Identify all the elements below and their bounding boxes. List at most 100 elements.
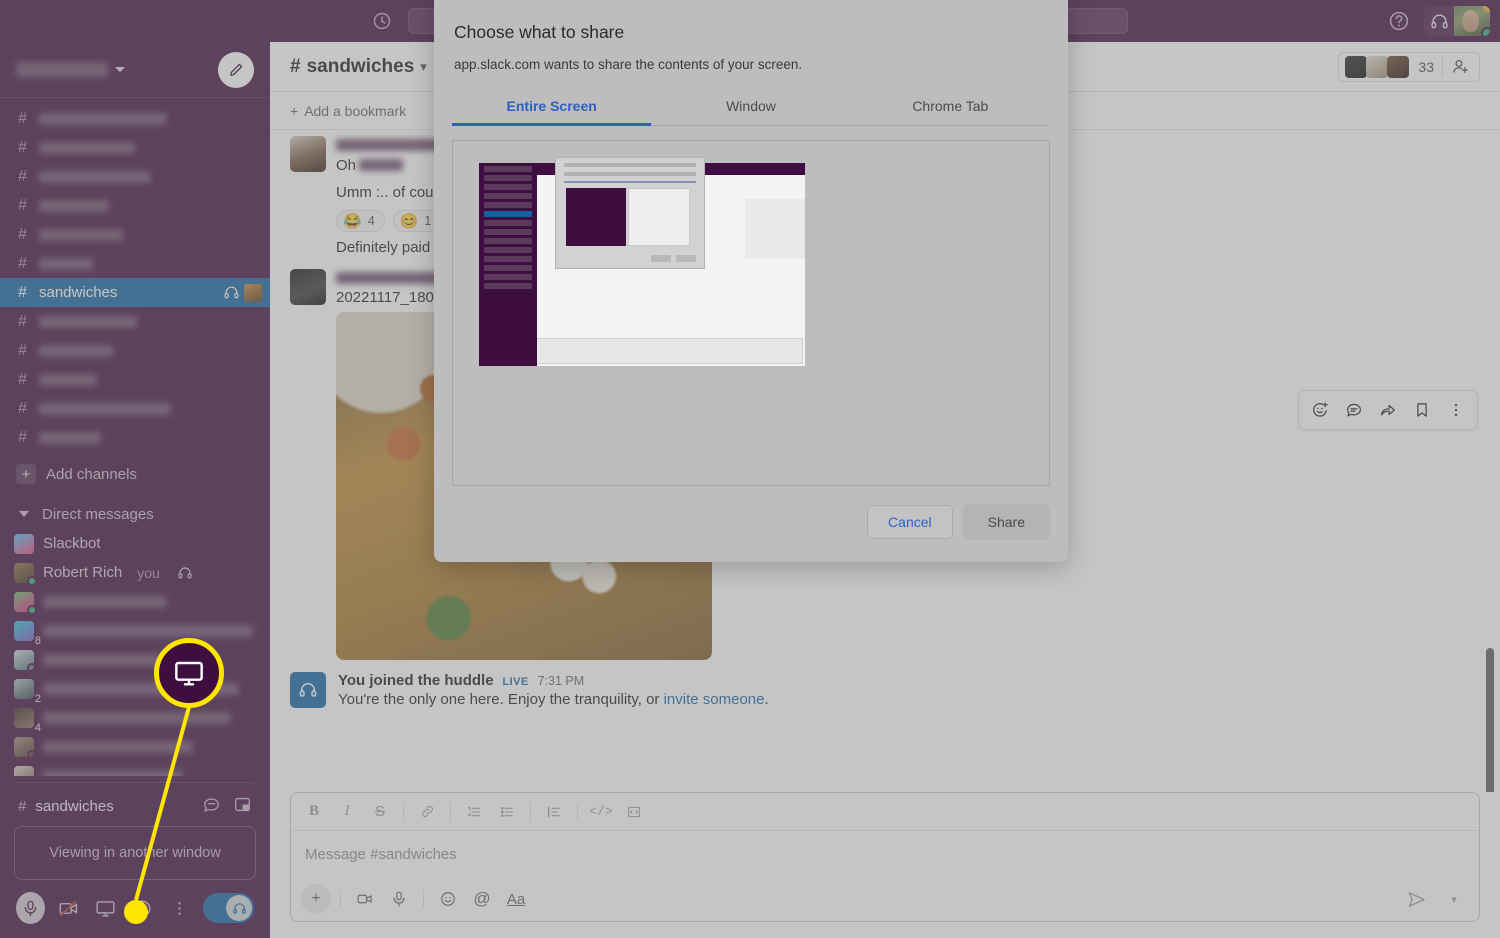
sidebar-dm-robert-rich[interactable]: Robert Rich you xyxy=(0,558,270,587)
sidebar-dm-item[interactable] xyxy=(0,732,270,761)
channel-name: sandwiches xyxy=(39,284,118,301)
send-options-chevron-icon[interactable]: ▾ xyxy=(1439,884,1469,914)
divider xyxy=(423,890,424,908)
add-channels-button[interactable]: + Add channels xyxy=(0,459,270,489)
sidebar-item-channel[interactable]: # xyxy=(0,191,270,220)
workspace-header[interactable] xyxy=(0,42,270,98)
minimize-window-icon[interactable] xyxy=(233,795,252,818)
hash-icon: # xyxy=(18,138,27,156)
reaction-chip[interactable]: 😂 4 xyxy=(336,210,385,232)
chat-bubble-icon[interactable] xyxy=(202,795,221,818)
avatar[interactable] xyxy=(1454,6,1490,36)
headphones-icon xyxy=(177,565,193,581)
screen-share-dialog: Choose what to share app.slack.com wants… xyxy=(434,0,1068,562)
channel-name-redacted xyxy=(39,170,151,183)
strikethrough-icon[interactable]: S xyxy=(365,798,395,826)
sidebar-dm-item[interactable] xyxy=(0,761,270,776)
more-actions-icon[interactable] xyxy=(1441,395,1471,425)
link-icon[interactable] xyxy=(412,798,442,826)
message-scrollbar[interactable] xyxy=(1486,138,1494,792)
compose-button[interactable] xyxy=(218,51,254,88)
workspace-switcher[interactable] xyxy=(16,62,125,77)
sidebar-item-channel[interactable]: # xyxy=(0,249,270,278)
add-reaction-icon[interactable] xyxy=(1305,395,1335,425)
sidebar-item-channel[interactable]: # xyxy=(0,394,270,423)
sidebar-item-channel[interactable]: # xyxy=(0,307,270,336)
add-person-icon[interactable] xyxy=(1443,57,1477,76)
avatar[interactable] xyxy=(290,269,326,305)
tab-chrome-tab[interactable]: Chrome Tab xyxy=(851,88,1050,125)
cancel-button[interactable]: Cancel xyxy=(867,505,953,539)
sidebar-item-channel[interactable]: # xyxy=(0,220,270,249)
huddle-status-pill[interactable] xyxy=(1424,6,1490,36)
more-options-icon[interactable] xyxy=(166,893,193,923)
sidebar-item-channel[interactable]: # xyxy=(0,104,270,133)
history-clock-icon[interactable] xyxy=(372,11,392,31)
hash-icon: # xyxy=(18,312,27,330)
avatar xyxy=(1345,55,1368,78)
send-area: ▾ xyxy=(1401,884,1469,914)
plus-icon: + xyxy=(290,102,299,119)
huddle-event-text-end: . xyxy=(764,691,769,708)
bulleted-list-icon[interactable] xyxy=(492,798,522,826)
sidebar-dm-slackbot[interactable]: Slackbot xyxy=(0,529,270,558)
entire-screen-thumbnail[interactable] xyxy=(475,155,809,370)
avatar[interactable] xyxy=(290,136,326,172)
italic-icon[interactable]: I xyxy=(332,798,362,826)
mini-sidebar-row xyxy=(484,283,532,289)
sidebar-dm-item[interactable]: 4 xyxy=(0,703,270,734)
video-off-icon[interactable] xyxy=(55,893,82,923)
bookmark-icon[interactable] xyxy=(1407,395,1437,425)
invite-someone-link[interactable]: invite someone xyxy=(664,691,765,708)
help-icon[interactable] xyxy=(1388,10,1410,32)
mention-icon[interactable]: @ xyxy=(467,884,497,914)
reply-in-thread-icon[interactable] xyxy=(1339,395,1369,425)
tab-entire-screen[interactable]: Entire Screen xyxy=(452,88,652,126)
mini-sidebar-row xyxy=(484,247,532,253)
microphone-icon[interactable] xyxy=(16,892,45,924)
formatting-icon[interactable]: Aa xyxy=(501,884,531,914)
audio-clip-icon[interactable] xyxy=(384,884,414,914)
hash-icon: # xyxy=(18,370,27,388)
blockquote-icon[interactable] xyxy=(539,798,569,826)
emoji-icon[interactable] xyxy=(433,884,463,914)
message-input[interactable]: Message #sandwiches xyxy=(291,831,1479,877)
sidebar-item-channel[interactable]: # xyxy=(0,336,270,365)
headphones-icon xyxy=(1424,6,1454,36)
mini-dialog-preview-right xyxy=(628,188,690,246)
attach-plus-icon[interactable]: + xyxy=(301,884,331,914)
member-list-button[interactable]: 33 xyxy=(1338,51,1480,82)
share-button[interactable]: Share xyxy=(962,504,1050,540)
bold-icon[interactable]: B xyxy=(299,798,329,826)
video-clip-icon[interactable] xyxy=(350,884,380,914)
avatar xyxy=(1387,55,1410,78)
composer-actions: + @ Aa ▾ xyxy=(291,877,1479,921)
sidebar-dm-item[interactable] xyxy=(0,645,270,674)
tab-window[interactable]: Window xyxy=(651,88,850,125)
mini-sidebar-row xyxy=(484,184,532,190)
code-icon[interactable]: </> xyxy=(586,798,616,826)
message-composer: B I S </> Message #sandwiches + @ Aa ▾ xyxy=(290,792,1480,922)
direct-messages-section-header[interactable]: Direct messages xyxy=(0,499,270,529)
dm-name: Robert Rich xyxy=(43,564,123,581)
code-block-icon[interactable] xyxy=(619,798,649,826)
sidebar-dm-item[interactable]: 8 xyxy=(0,616,270,647)
sender-name-redacted xyxy=(336,272,442,284)
forward-icon[interactable] xyxy=(1373,395,1403,425)
sidebar-item-channel[interactable]: # xyxy=(0,133,270,162)
scrollbar-thumb[interactable] xyxy=(1486,648,1494,792)
huddle-toggle[interactable] xyxy=(203,893,255,923)
sidebar-item-channel[interactable]: # xyxy=(0,423,270,452)
channel-name-redacted xyxy=(39,199,109,212)
sidebar-dm-item[interactable] xyxy=(0,587,270,616)
channel-title[interactable]: # sandwiches ▾ xyxy=(290,56,427,78)
screen-share-icon[interactable] xyxy=(92,893,119,923)
emoji-reaction-icon[interactable] xyxy=(129,893,156,923)
sidebar-item-sandwiches[interactable]: # sandwiches xyxy=(0,278,270,307)
ordered-list-icon[interactable] xyxy=(459,798,489,826)
sidebar-item-channel[interactable]: # xyxy=(0,162,270,191)
sidebar-dm-item[interactable]: 2 xyxy=(0,674,270,705)
send-icon[interactable] xyxy=(1401,884,1431,914)
sidebar-item-channel[interactable]: # xyxy=(0,365,270,394)
headphones-icon xyxy=(290,672,326,708)
